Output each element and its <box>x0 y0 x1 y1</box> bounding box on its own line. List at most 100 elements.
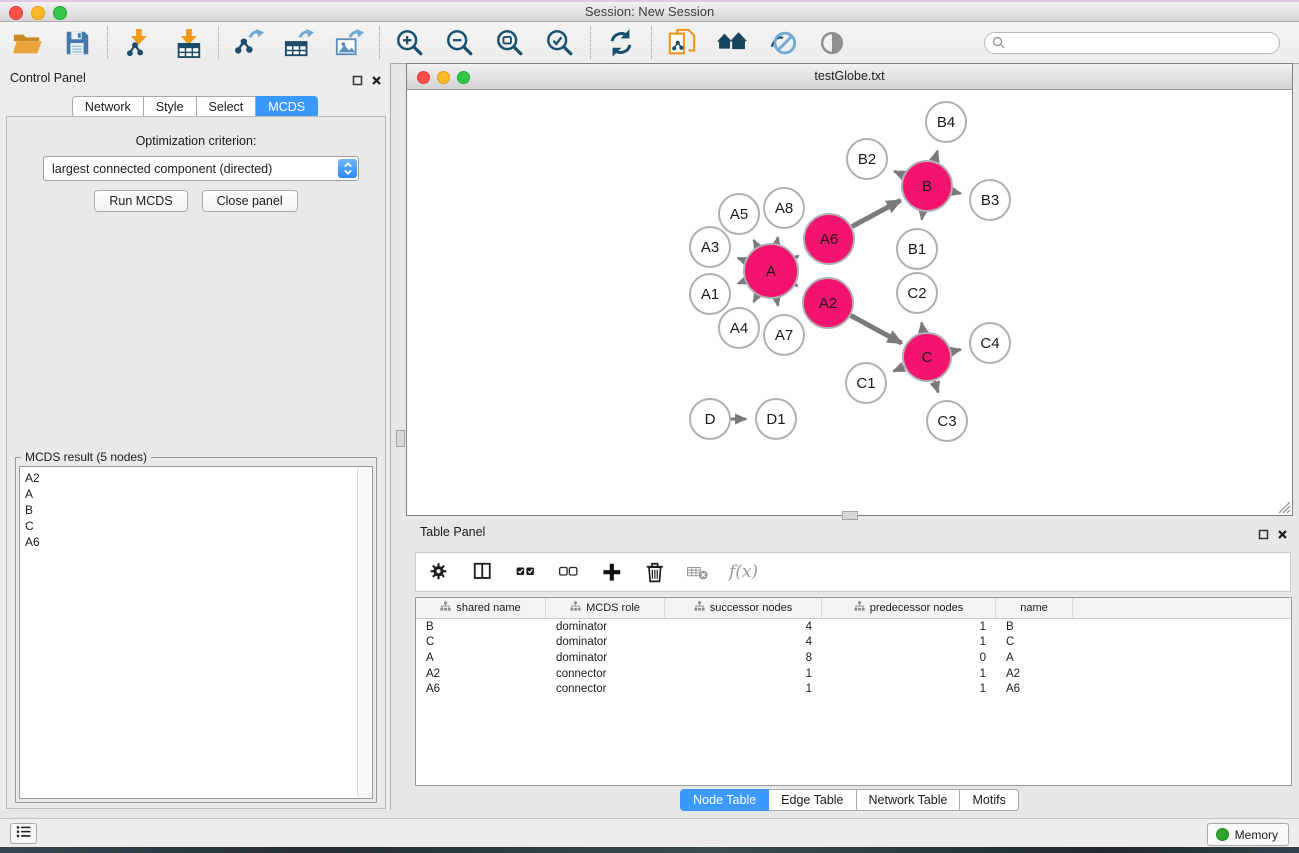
run-mcds-button[interactable]: Run MCDS <box>94 190 187 212</box>
edge-C-C1[interactable] <box>894 367 904 371</box>
graph-node-C4[interactable]: C4 <box>970 323 1010 363</box>
table-row[interactable]: Adominator80A <box>416 650 1291 666</box>
tab-node-table[interactable]: Node Table <box>680 789 769 811</box>
column-header-successor-nodes[interactable]: successor nodes <box>665 598 822 618</box>
column-header-predecessor-nodes[interactable]: predecessor nodes <box>822 598 996 618</box>
graph-node-A7[interactable]: A7 <box>764 315 804 355</box>
graph-node-A2[interactable]: A2 <box>803 278 853 328</box>
float-panel-icon[interactable] <box>352 73 363 91</box>
graph-node-D[interactable]: D <box>690 399 730 439</box>
network-zoom-button[interactable] <box>457 71 470 84</box>
graph-node-A5[interactable]: A5 <box>719 194 759 234</box>
zoom-fit-button[interactable] <box>493 26 527 60</box>
zoom-selected-button[interactable] <box>543 26 577 60</box>
network-window-controls[interactable] <box>417 71 470 84</box>
export-network-button[interactable] <box>232 26 266 60</box>
network-close-button[interactable] <box>417 71 430 84</box>
edge-A-A8[interactable] <box>777 237 778 243</box>
column-header-shared-name[interactable]: shared name <box>416 598 546 618</box>
zoom-window-button[interactable] <box>53 6 67 20</box>
edge-A2-C[interactable] <box>851 316 902 344</box>
graph-node-B3[interactable]: B3 <box>970 180 1010 220</box>
import-network-button[interactable] <box>121 26 155 60</box>
tab-style[interactable]: Style <box>144 96 197 118</box>
graph-node-B4[interactable]: B4 <box>926 102 966 142</box>
export-table-button[interactable] <box>282 26 316 60</box>
edge-A-A5[interactable] <box>754 240 758 246</box>
edge-C-C3[interactable] <box>935 381 939 393</box>
mcds-result-scrollbar[interactable] <box>357 466 373 799</box>
network-canvas[interactable]: B4 B2 B B3 A5 A8 A6 A3 B1 A A1 C2 A2 A4 … <box>407 90 1292 515</box>
table-row[interactable]: A2connector11A2 <box>416 666 1291 682</box>
resize-grip-icon[interactable] <box>1275 498 1291 514</box>
mcds-result-item[interactable]: A2 <box>25 470 354 486</box>
graph-node-A[interactable]: A <box>744 244 798 298</box>
refresh-button[interactable] <box>604 26 638 60</box>
graph-node-A4[interactable]: A4 <box>719 308 759 348</box>
horizontal-splitter-handle[interactable] <box>842 511 858 520</box>
edge-C-C2[interactable] <box>922 323 924 333</box>
mcds-result-item[interactable]: A <box>25 486 354 502</box>
network-graph[interactable]: B4 B2 B B3 A5 A8 A6 A3 B1 A A1 C2 A2 A4 … <box>407 90 1292 516</box>
mcds-result-item[interactable]: B <box>25 502 354 518</box>
edge-A-A6[interactable] <box>796 256 799 258</box>
show-all-button[interactable] <box>815 26 849 60</box>
edge-C-C4[interactable] <box>951 350 960 352</box>
network-minimize-button[interactable] <box>437 71 450 84</box>
zoom-in-button[interactable] <box>393 26 427 60</box>
network-from-selection-button[interactable] <box>665 26 699 60</box>
tab-mcds[interactable]: MCDS <box>256 96 318 118</box>
table-row[interactable]: A6connector11A6 <box>416 681 1291 697</box>
open-session-button[interactable] <box>10 26 44 60</box>
search-input[interactable] <box>984 32 1280 54</box>
minimize-window-button[interactable] <box>31 6 45 20</box>
edge-A-A1[interactable] <box>738 281 745 284</box>
export-image-button[interactable] <box>332 26 366 60</box>
edge-B-B4[interactable] <box>934 151 937 161</box>
column-header-name[interactable]: name <box>996 598 1073 618</box>
import-table-button[interactable] <box>171 26 205 60</box>
home-button[interactable] <box>715 26 749 60</box>
tab-network-table[interactable]: Network Table <box>857 789 961 811</box>
add-column-button[interactable] <box>598 558 626 586</box>
edge-B-B2[interactable] <box>894 171 903 175</box>
deselect-all-button[interactable] <box>555 558 583 586</box>
edge-B-B1[interactable] <box>922 212 923 220</box>
graph-node-C3[interactable]: C3 <box>927 401 967 441</box>
graph-node-A1[interactable]: A1 <box>690 274 730 314</box>
graph-node-D1[interactable]: D1 <box>756 399 796 439</box>
graph-node-B[interactable]: B <box>902 161 952 211</box>
graph-node-C2[interactable]: C2 <box>897 273 937 313</box>
graph-node-A6[interactable]: A6 <box>804 214 854 264</box>
graph-node-A3[interactable]: A3 <box>690 227 730 267</box>
mcds-result-item[interactable]: A6 <box>25 534 354 550</box>
graph-node-B2[interactable]: B2 <box>847 139 887 179</box>
delete-table-button[interactable] <box>684 558 712 586</box>
graph-node-C[interactable]: C <box>903 333 951 381</box>
settings-button[interactable] <box>426 558 454 586</box>
mcds-result-list[interactable]: A2ABCA6 <box>19 466 359 799</box>
edge-A6-B[interactable] <box>852 200 901 226</box>
save-session-button[interactable] <box>60 26 94 60</box>
graph-node-A8[interactable]: A8 <box>764 188 804 228</box>
close-panel-icon[interactable] <box>1277 527 1288 545</box>
graph-node-C1[interactable]: C1 <box>846 363 886 403</box>
delete-column-button[interactable] <box>641 558 669 586</box>
close-panel-icon[interactable] <box>371 73 382 91</box>
tab-select[interactable]: Select <box>197 96 257 118</box>
tab-motifs[interactable]: Motifs <box>960 789 1018 811</box>
zoom-out-button[interactable] <box>443 26 477 60</box>
edge-A-A7[interactable] <box>777 298 778 305</box>
float-panel-icon[interactable] <box>1258 527 1269 545</box>
vertical-splitter-handle[interactable] <box>396 430 405 447</box>
edge-A-A4[interactable] <box>754 295 758 301</box>
edge-A-A3[interactable] <box>738 258 745 261</box>
close-window-button[interactable] <box>9 6 23 20</box>
edge-B-B3[interactable] <box>952 192 960 194</box>
optimization-criterion-select[interactable]: largest connected component (directed) <box>43 156 359 181</box>
function-button[interactable]: f(x) <box>727 570 760 575</box>
select-all-button[interactable] <box>512 558 540 586</box>
edge-A-A2[interactable] <box>795 285 797 286</box>
window-controls[interactable] <box>9 6 67 20</box>
graph-node-B1[interactable]: B1 <box>897 229 937 269</box>
